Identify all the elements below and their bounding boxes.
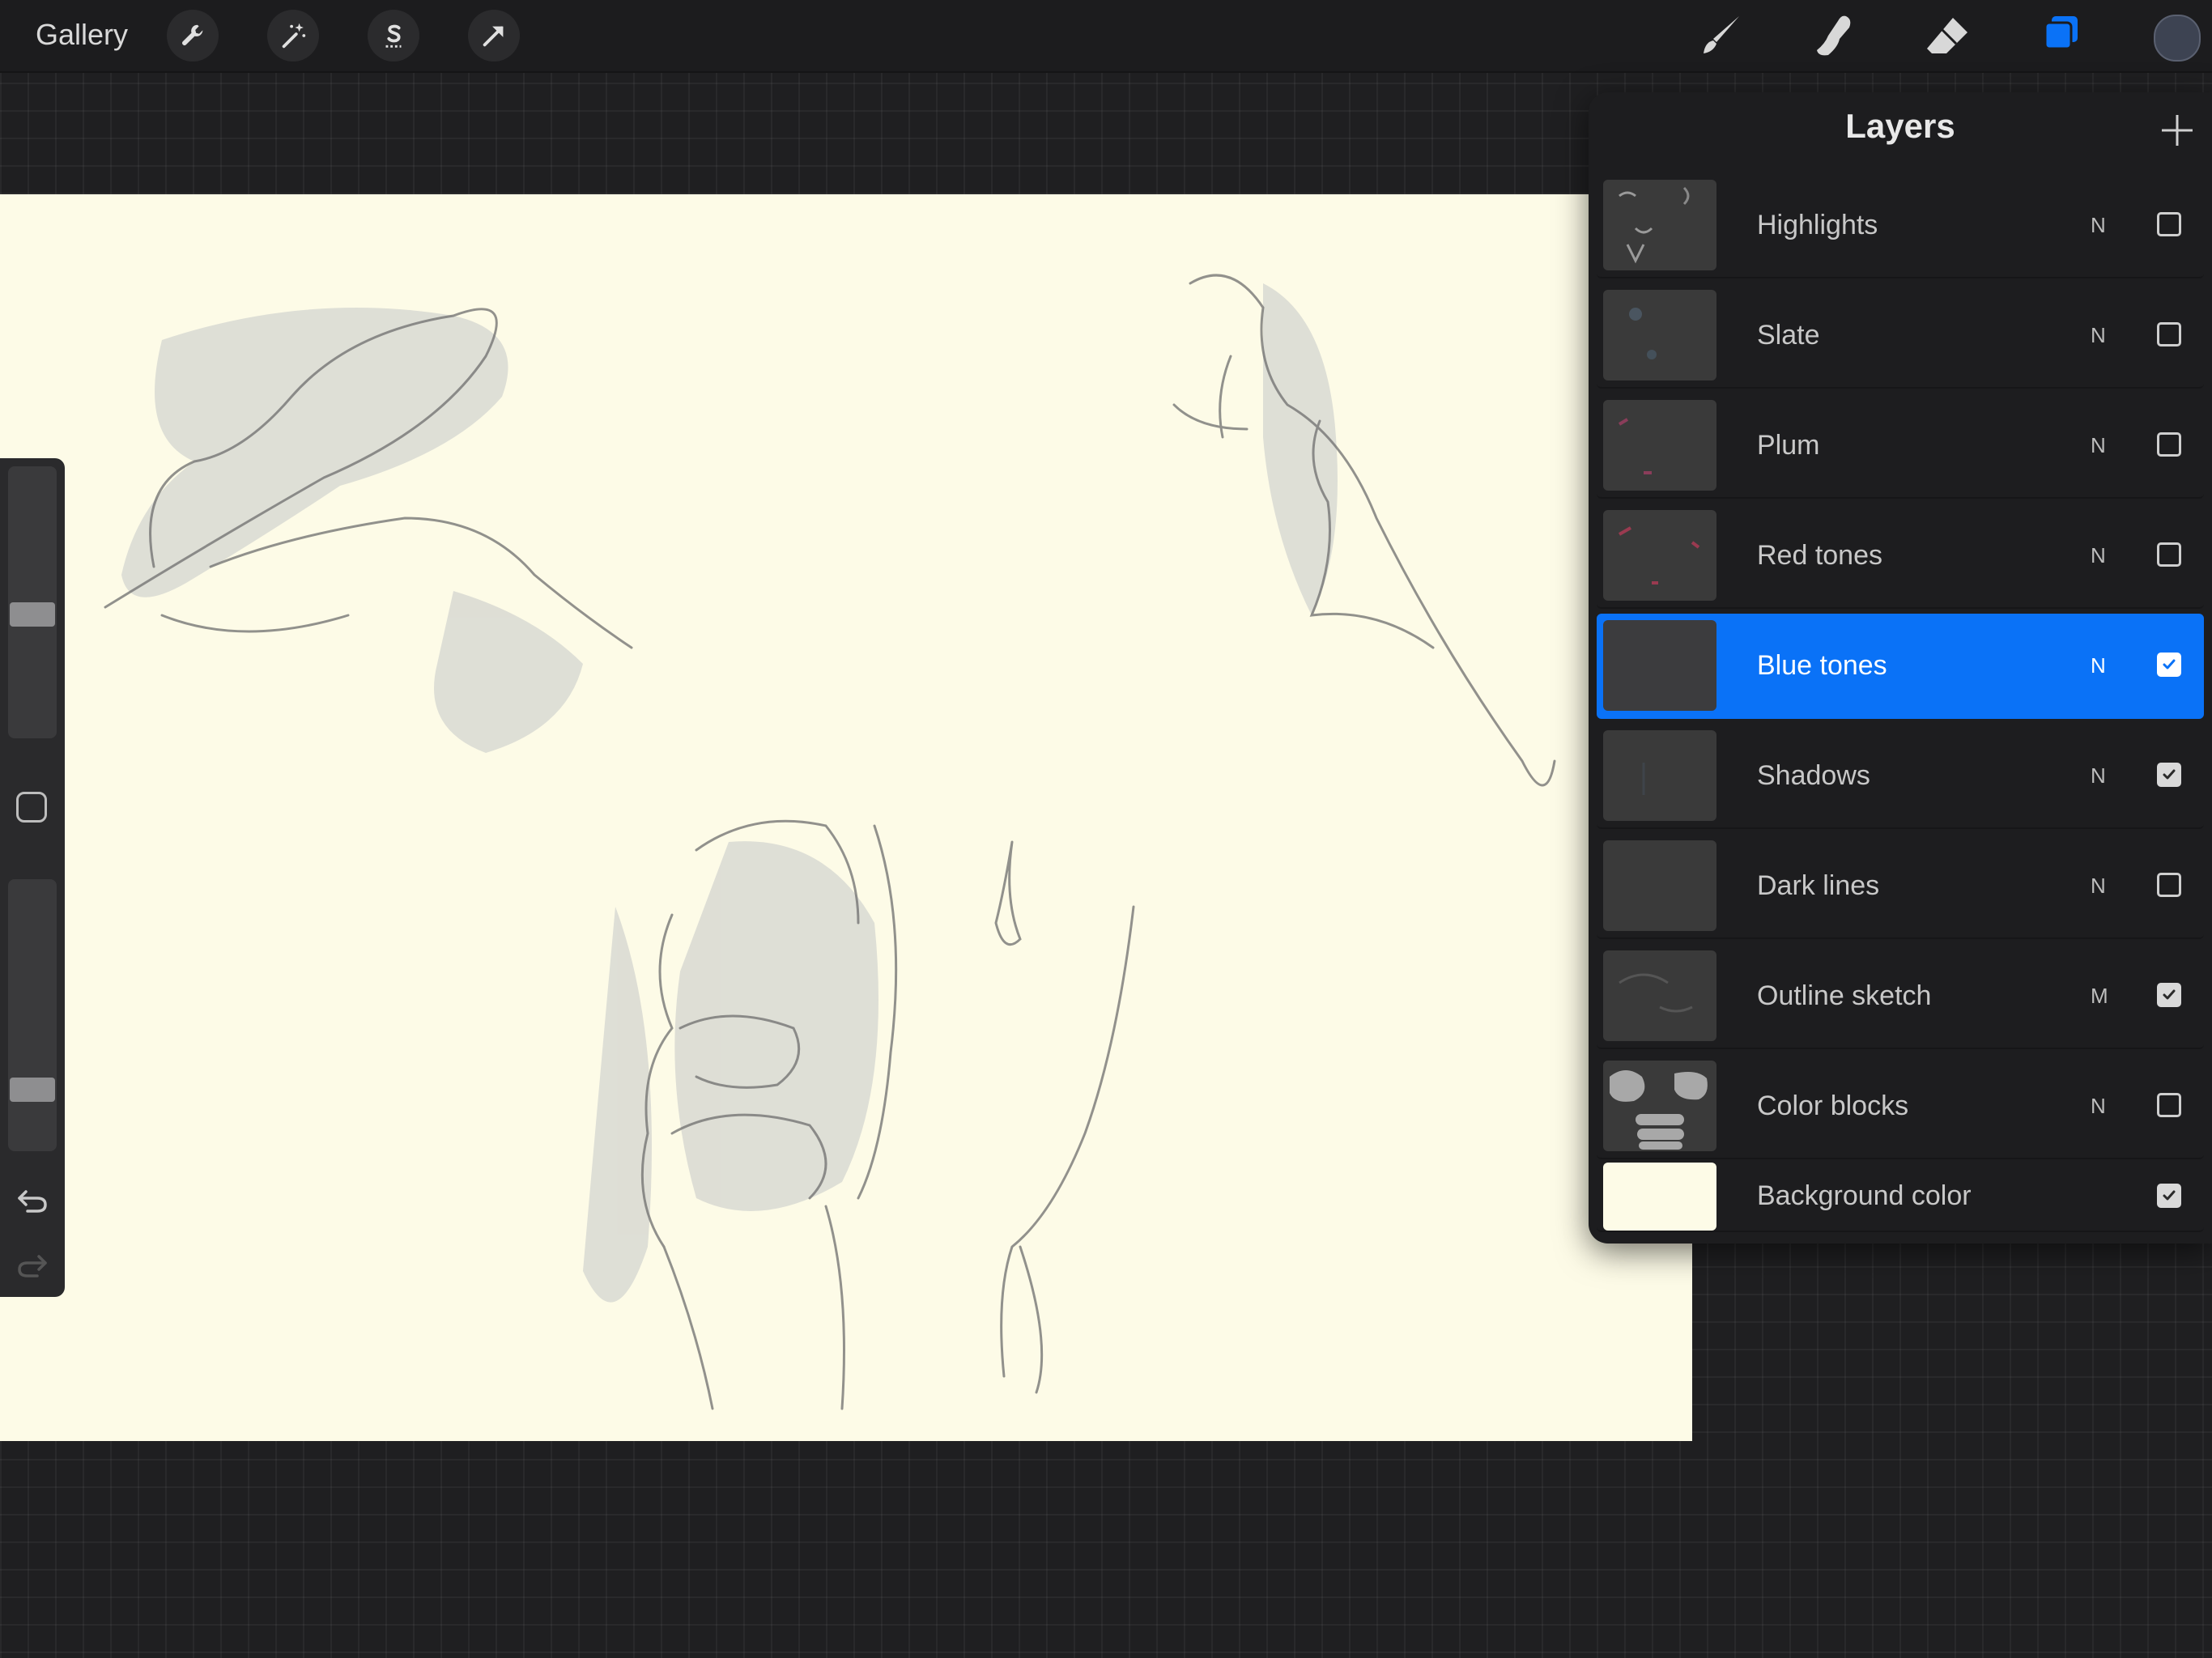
layer-name[interactable]: Slate [1757, 283, 1820, 387]
opacity-knob[interactable] [10, 1078, 55, 1102]
layer-blend-mode-button[interactable]: N [2091, 173, 2106, 277]
layer-row[interactable]: Blue tones N [1597, 614, 2204, 719]
layer-name[interactable]: Blue tones [1757, 614, 1887, 717]
checkmark-icon [2163, 989, 2176, 1000]
smudge-icon [1817, 15, 1851, 56]
layer-thumbnail[interactable] [1603, 290, 1716, 380]
selection-s-icon [385, 24, 402, 48]
plus-icon [2162, 115, 2193, 146]
layer-visibility-checkbox[interactable] [2157, 542, 2181, 567]
layer-thumbnail[interactable] [1603, 1061, 1716, 1151]
layer-blend-mode-button[interactable]: N [2091, 393, 2106, 497]
layer-row[interactable]: Outline sketch M [1597, 944, 2204, 1049]
eraser-tool-button[interactable] [1921, 8, 1976, 63]
layer-thumbnail[interactable] [1603, 1163, 1716, 1231]
magic-wand-icon [282, 23, 306, 49]
actions-wrench-button[interactable] [167, 10, 219, 62]
layers-icon [2044, 16, 2078, 50]
layer-thumbnail[interactable] [1603, 840, 1716, 931]
add-layer-button[interactable] [2155, 108, 2199, 152]
layer-blend-mode-button[interactable]: N [2091, 724, 2106, 827]
sketch-artwork [104, 274, 1556, 1410]
brush-tool-button[interactable] [1694, 8, 1749, 63]
left-sidebar [0, 458, 65, 1297]
layer-row[interactable]: Shadows N [1597, 724, 2204, 829]
redo-icon [18, 1255, 47, 1278]
brush-icon [1704, 16, 1739, 53]
layer-row[interactable]: Highlights N [1597, 173, 2204, 278]
layer-thumbnail[interactable] [1603, 620, 1716, 711]
layer-visibility-checkbox[interactable] [2157, 1093, 2181, 1117]
layer-name[interactable]: Color blocks [1757, 1054, 1908, 1158]
adjustments-wand-button[interactable] [267, 10, 319, 62]
layer-visibility-checkbox[interactable] [2157, 432, 2181, 457]
layer-visibility-checkbox[interactable] [2157, 653, 2181, 677]
color-picker-button[interactable] [2154, 15, 2201, 62]
layer-visibility-checkbox[interactable] [2157, 1184, 2181, 1208]
layer-row[interactable]: Red tones N [1597, 504, 2204, 609]
layer-blend-mode-button[interactable]: N [2091, 614, 2106, 717]
layer-blend-mode-button[interactable]: N [2091, 1054, 2106, 1158]
layer-name[interactable]: Outline sketch [1757, 944, 1931, 1048]
layer-row[interactable]: Color blocks N [1597, 1054, 2204, 1159]
modifier-square-icon[interactable] [16, 792, 47, 823]
layer-name[interactable]: Highlights [1757, 173, 1878, 277]
drawing-canvas[interactable] [0, 194, 1692, 1441]
gallery-button[interactable]: Gallery [36, 18, 128, 52]
transform-arrow-icon [483, 26, 504, 47]
layer-row[interactable]: Background color [1597, 1161, 2204, 1232]
layer-blend-mode-button[interactable]: N [2091, 504, 2106, 607]
transform-button[interactable] [468, 10, 520, 62]
layer-thumbnail[interactable] [1603, 950, 1716, 1041]
layer-row[interactable]: Slate N [1597, 283, 2204, 389]
layer-thumbnail[interactable] [1603, 730, 1716, 821]
eraser-icon [1927, 18, 1967, 53]
layer-visibility-checkbox[interactable] [2157, 763, 2181, 787]
top-toolbar: Gallery [0, 0, 2212, 73]
layer-visibility-checkbox[interactable] [2157, 212, 2181, 236]
wrench-icon [182, 24, 203, 45]
undo-button[interactable] [15, 1182, 50, 1218]
layer-row[interactable]: Plum N [1597, 393, 2204, 499]
smudge-tool-button[interactable] [1807, 8, 1862, 63]
checkmark-icon [2163, 659, 2176, 670]
brush-size-slider[interactable] [8, 466, 57, 738]
undo-icon [18, 1190, 47, 1213]
layers-tool-button[interactable] [2034, 8, 2089, 63]
layer-visibility-checkbox[interactable] [2157, 873, 2181, 897]
checkmark-icon [2163, 769, 2176, 780]
layers-panel: Layers Highlights N Slate N Plum N Red tones N B… [1589, 92, 2212, 1244]
layer-blend-mode-button[interactable]: N [2091, 283, 2106, 387]
layer-blend-mode-button[interactable]: M [2091, 944, 2108, 1048]
brush-size-knob[interactable] [10, 602, 55, 627]
layer-visibility-checkbox[interactable] [2157, 983, 2181, 1007]
layer-row[interactable]: Dark lines N [1597, 834, 2204, 939]
layer-visibility-checkbox[interactable] [2157, 322, 2181, 346]
layer-thumbnail[interactable] [1603, 400, 1716, 491]
redo-button[interactable] [15, 1247, 50, 1282]
opacity-slider[interactable] [8, 879, 57, 1151]
layer-thumbnail[interactable] [1603, 510, 1716, 601]
layer-blend-mode-button[interactable]: N [2091, 834, 2106, 937]
layer-name[interactable]: Red tones [1757, 504, 1882, 607]
layer-name[interactable]: Dark lines [1757, 834, 1879, 937]
checkmark-icon [2163, 1190, 2176, 1201]
layer-name[interactable]: Shadows [1757, 724, 1870, 827]
layer-name[interactable]: Plum [1757, 393, 1819, 497]
selection-button[interactable] [368, 10, 419, 62]
layer-thumbnail[interactable] [1603, 180, 1716, 270]
layer-name[interactable]: Background color [1757, 1161, 1972, 1231]
layers-panel-title: Layers [1845, 107, 1955, 145]
